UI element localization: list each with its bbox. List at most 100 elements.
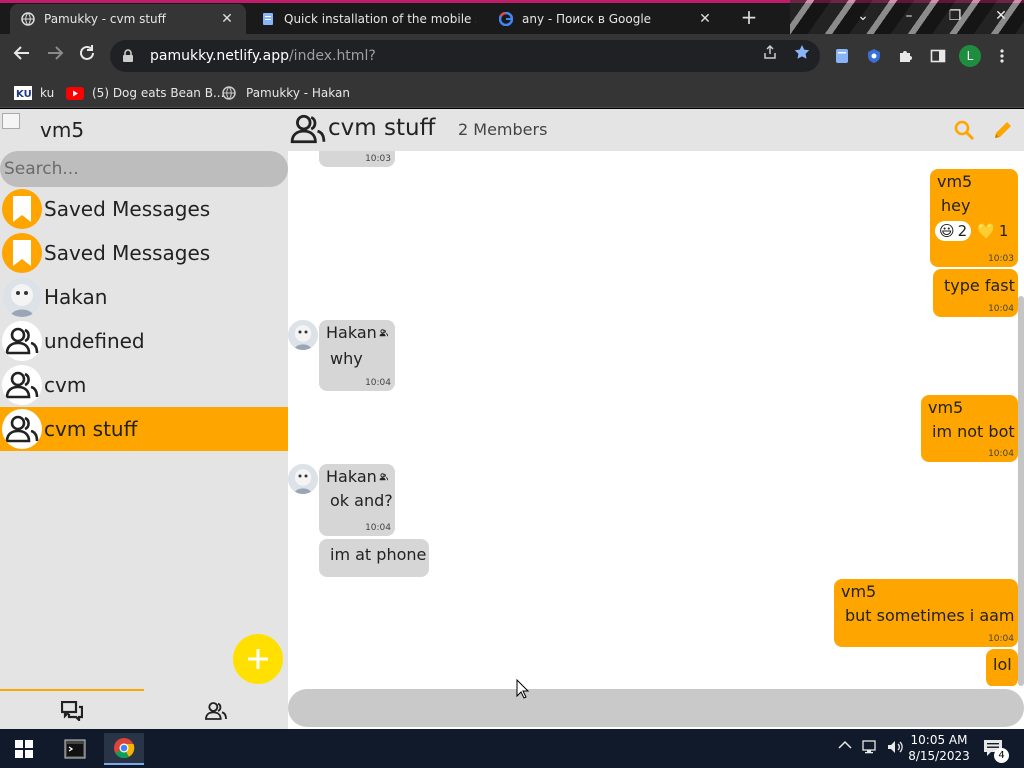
arrow-left-icon xyxy=(13,46,29,60)
close-icon[interactable]: ✕ xyxy=(218,11,236,27)
tab-contacts[interactable] xyxy=(144,697,288,725)
chat-item-cvm[interactable]: cvm xyxy=(0,363,288,407)
message-bubble[interactable]: vm5 hey 😃 2 💛 1 10:03 xyxy=(930,169,1018,267)
member-count[interactable]: 2 Members xyxy=(458,120,547,139)
chat-item-label: Saved Messages xyxy=(44,241,211,265)
chat-item-saved-messages-2[interactable]: Saved Messages xyxy=(0,231,288,275)
arrow-right-icon xyxy=(48,46,64,60)
pencil-icon xyxy=(995,122,1011,138)
chat-item-hakan[interactable]: Hakan xyxy=(0,275,288,319)
chat-item-label: undefined xyxy=(44,329,145,353)
windows-taskbar: 10:05 AM 8/15/2023 4 xyxy=(0,729,1024,768)
notification-center-button[interactable]: 4 xyxy=(983,739,1009,763)
chat-item-label: cvm stuff xyxy=(44,417,138,441)
window-close-button[interactable]: ✕ xyxy=(981,4,1021,28)
chat-item-undefined[interactable]: undefined xyxy=(0,319,288,363)
puzzle-icon[interactable] xyxy=(896,46,916,66)
tab-google-search[interactable]: any - Поиск в Google ✕ xyxy=(488,4,724,34)
tab-pamukky[interactable]: Pamukky - cvm stuff ✕ xyxy=(10,4,246,34)
bookmark-pamukky-hakan[interactable]: Pamukky - Hakan xyxy=(220,84,350,102)
kebab-menu-icon[interactable] xyxy=(992,46,1012,66)
new-chat-button[interactable] xyxy=(233,634,283,684)
taskbar-clock[interactable]: 10:05 AM 8/15/2023 xyxy=(906,732,972,764)
reaction-row: 😃 2 💛 1 xyxy=(935,221,1011,241)
browser-tab-strip: Pamukky - cvm stuff ✕ Quick installation… xyxy=(0,0,1024,34)
hakan-avatar[interactable] xyxy=(288,320,318,350)
tab-search-dropdown-icon[interactable]: ⌄ xyxy=(843,4,883,28)
bookmark-icon xyxy=(2,233,42,273)
tab-title: Pamukky - cvm stuff xyxy=(44,12,166,26)
edit-button[interactable] xyxy=(992,119,1014,141)
message-time: 10:04 xyxy=(365,378,391,388)
composer xyxy=(288,687,1024,729)
reaction-smile[interactable]: 😃 2 xyxy=(935,221,972,241)
tray-overflow-icon[interactable] xyxy=(838,739,852,754)
extension-shield-icon[interactable] xyxy=(864,46,884,66)
search-button[interactable] xyxy=(953,119,975,141)
group-icon xyxy=(290,113,326,147)
maximize-button[interactable]: ❐ xyxy=(935,4,975,28)
message-bubble[interactable]: lol xyxy=(986,649,1018,686)
message-bubble[interactable]: vm5 but sometimes i aam 10:04 xyxy=(834,579,1018,647)
message-text: im not bot xyxy=(932,422,1015,441)
group-icon xyxy=(2,321,42,361)
message-bubble[interactable]: vm5 im not bot 10:04 xyxy=(921,395,1018,462)
chat-item-cvm-stuff[interactable]: cvm stuff xyxy=(0,407,288,451)
bookmark-star-icon[interactable] xyxy=(792,42,812,62)
side-panel-icon[interactable] xyxy=(928,46,948,66)
chat-title: cvm stuff xyxy=(328,115,436,141)
message-scrollbar[interactable] xyxy=(1018,296,1024,686)
network-icon[interactable] xyxy=(862,739,880,759)
search-input[interactable] xyxy=(0,151,288,187)
minimize-button[interactable]: – xyxy=(889,4,929,28)
close-icon[interactable]: ✕ xyxy=(696,11,714,27)
ku-icon: KU xyxy=(14,86,32,100)
tab-chats[interactable] xyxy=(0,697,144,725)
start-button[interactable] xyxy=(4,733,44,765)
extension-doc-icon[interactable] xyxy=(832,46,852,66)
message-time: 10:03 xyxy=(988,254,1014,264)
address-bar[interactable]: pamukky.netlify.app /index.html? xyxy=(110,40,820,72)
hakan-avatar xyxy=(2,277,42,317)
message-bubble[interactable]: Hakan why 10:04 xyxy=(319,320,395,391)
reload-button[interactable] xyxy=(75,44,99,68)
message-bubble[interactable]: im at phone xyxy=(319,539,429,577)
message-time: 10:03 xyxy=(365,154,391,164)
group-icon xyxy=(2,409,42,449)
message-input[interactable] xyxy=(288,689,1024,727)
tab-quick-installation[interactable]: Quick installation of the mobile s xyxy=(250,4,486,34)
globe-icon xyxy=(20,11,36,27)
bookmark-ku[interactable]: KU ku xyxy=(14,84,54,102)
new-tab-button[interactable]: + xyxy=(738,6,760,28)
plus-icon xyxy=(248,649,268,669)
chat-item-label: Saved Messages xyxy=(44,197,211,221)
message-list[interactable]: 10:03 vm5 hey 😃 2 💛 1 10:03 type fast 10… xyxy=(288,151,1024,686)
user-avatar[interactable] xyxy=(2,113,20,129)
chat-bubbles-icon xyxy=(61,701,83,721)
message-bubble[interactable]: 10:03 xyxy=(319,151,395,167)
share-icon[interactable] xyxy=(760,42,780,62)
reaction-emoji: 😃 xyxy=(939,222,955,240)
mouse-cursor-icon xyxy=(516,678,530,699)
bookmark-youtube[interactable]: (5) Dog eats Bean B... xyxy=(66,84,224,102)
reaction-count: 2 xyxy=(957,222,968,240)
clock-date: 8/15/2023 xyxy=(908,749,970,763)
reaction-heart[interactable]: 💛 1 xyxy=(973,221,1012,241)
message-sender: vm5 xyxy=(928,398,964,417)
volume-icon[interactable] xyxy=(886,739,904,759)
message-bubble[interactable]: type fast 10:04 xyxy=(933,269,1018,317)
back-button[interactable] xyxy=(10,44,34,68)
screen: Pamukky - cvm stuff ✕ Quick installation… xyxy=(0,0,1024,768)
terminal-app-icon xyxy=(64,739,86,759)
forward-button[interactable] xyxy=(43,44,67,68)
taskbar-app-terminal[interactable] xyxy=(55,733,95,765)
hakan-avatar[interactable] xyxy=(288,464,318,494)
profile-avatar[interactable]: L xyxy=(959,45,981,67)
taskbar-app-chrome[interactable] xyxy=(104,733,144,765)
reaction-emoji: 💛 xyxy=(977,222,996,240)
message-time: 10:04 xyxy=(365,523,391,533)
message-bubble[interactable]: Hakan ok and? 10:04 xyxy=(319,464,395,536)
chat-item-saved-messages[interactable]: Saved Messages xyxy=(0,187,288,231)
tab-title: any - Поиск в Google xyxy=(522,12,652,26)
windows-logo-icon xyxy=(15,740,33,758)
